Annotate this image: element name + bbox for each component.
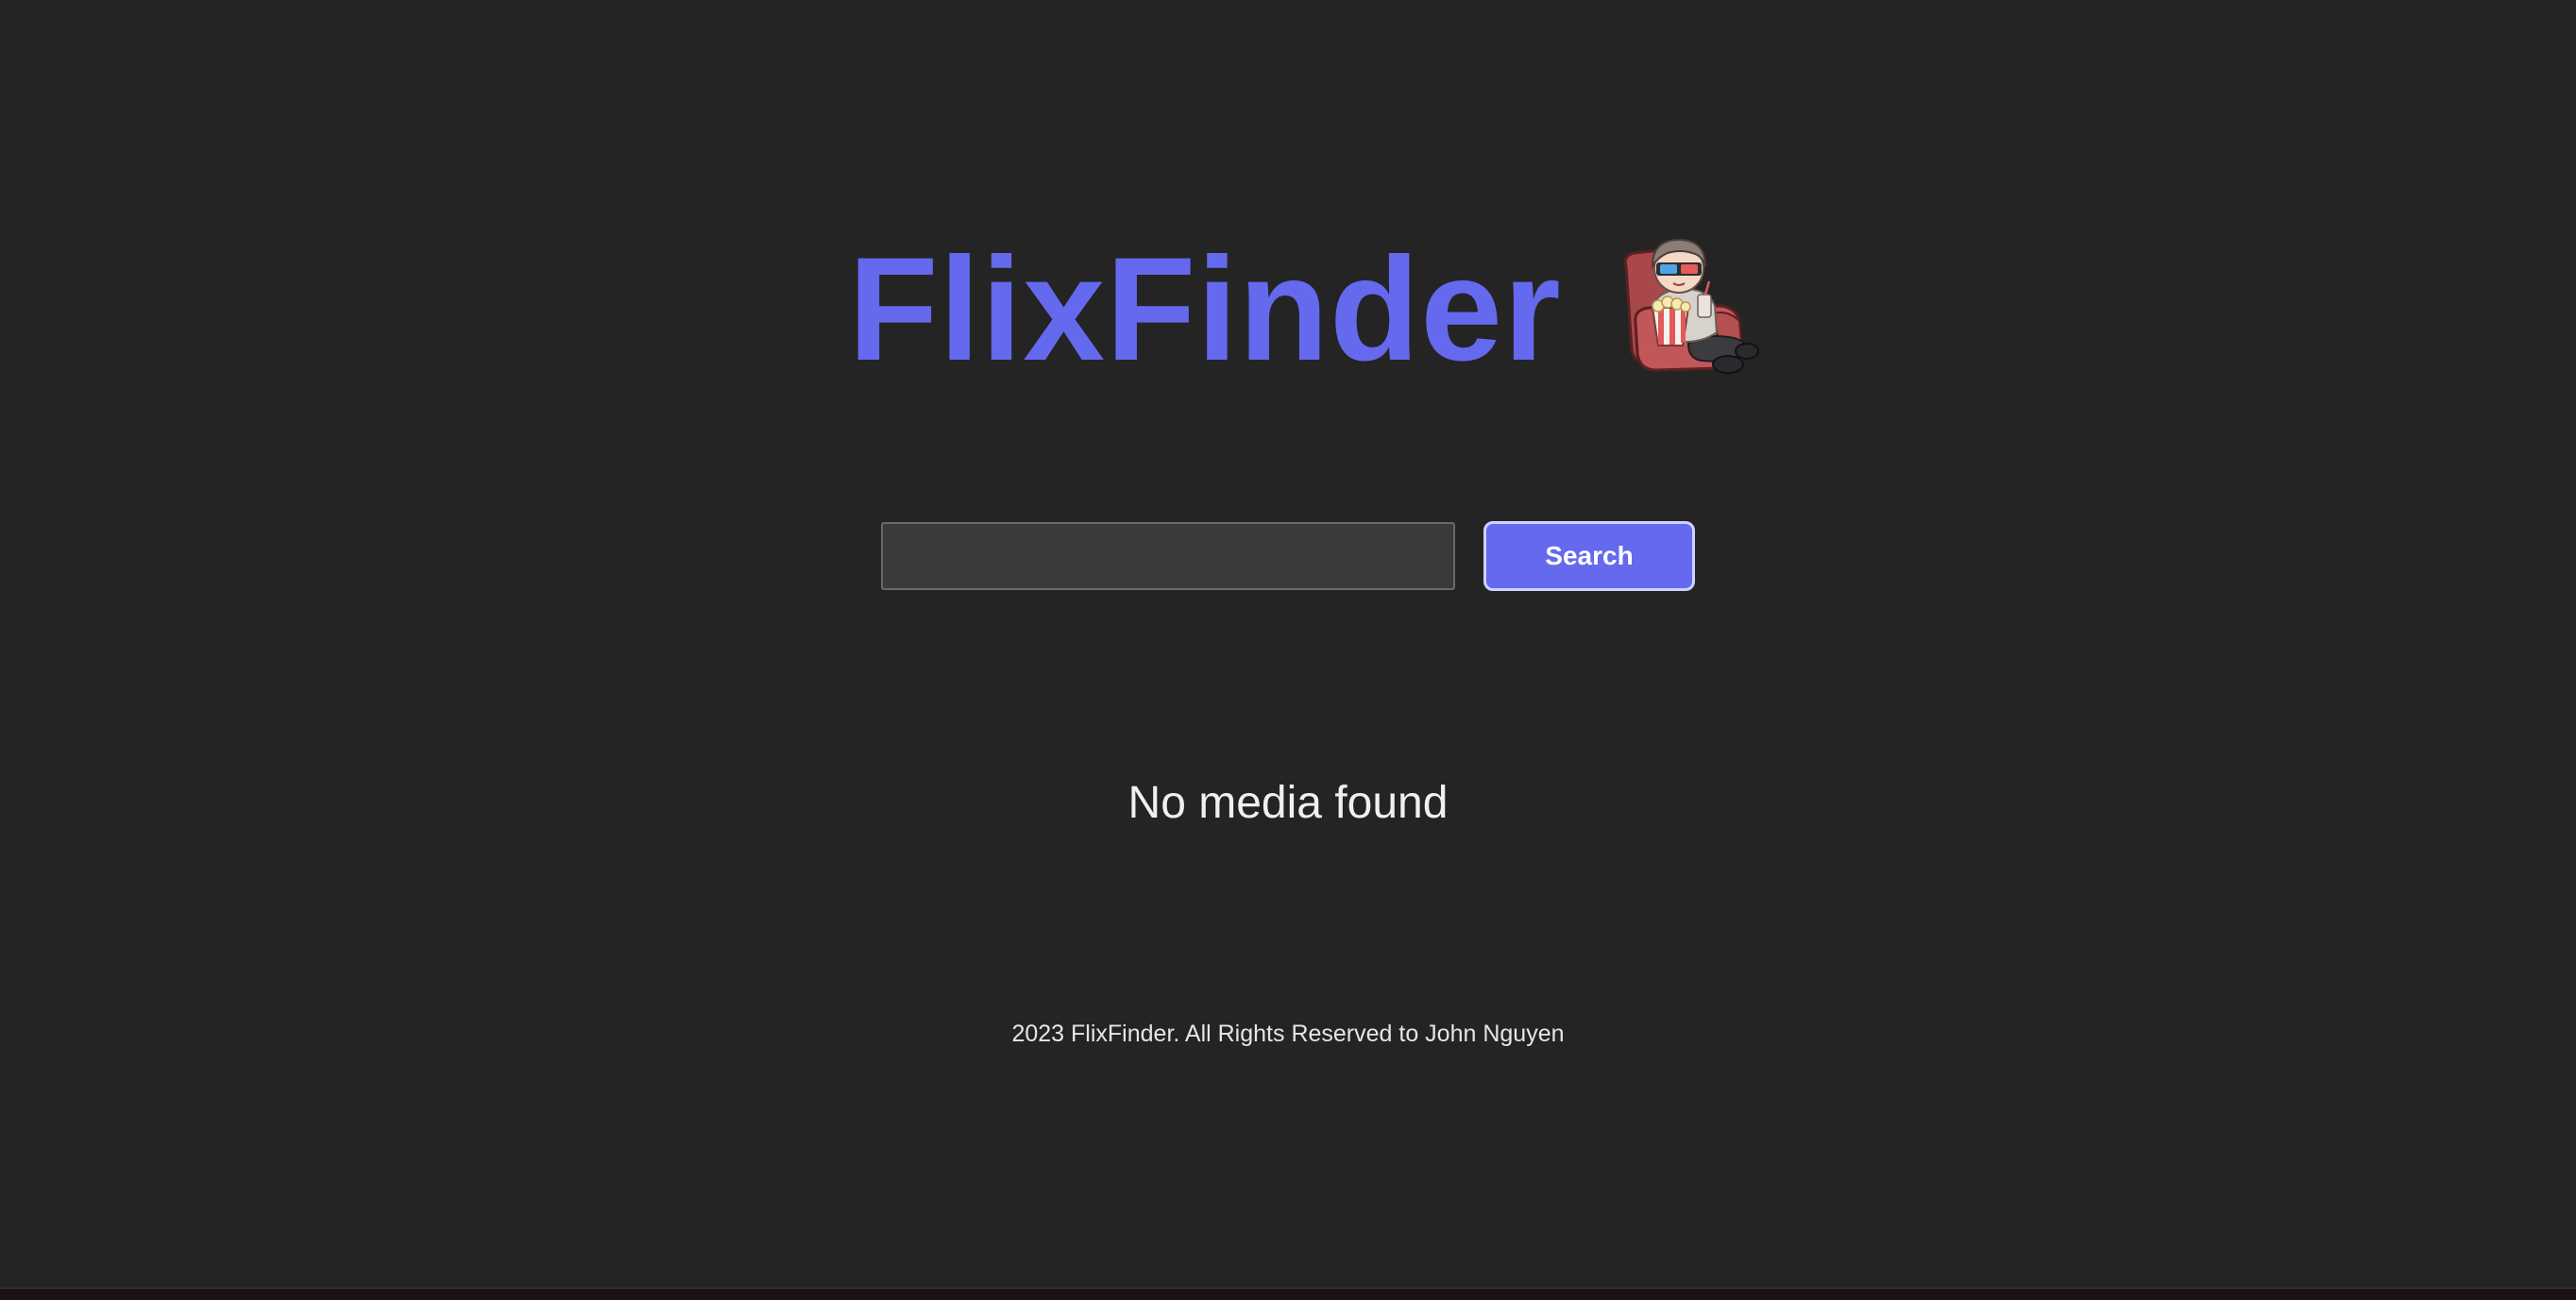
footer-copyright: 2023 FlixFinder. All Rights Reserved to … (1011, 1021, 1565, 1047)
bottom-edge-strip (0, 1288, 2576, 1300)
search-input[interactable] (881, 522, 1455, 590)
site-title: FlixFinder (848, 228, 1562, 392)
search-bar: Search (0, 521, 2576, 591)
popcorn-moviegoer-mascot-icon (1623, 238, 1759, 374)
page: FlixFinder Search No media found 2023 Fl… (0, 0, 2576, 1288)
empty-results-message: No media found (1127, 778, 1449, 828)
header: FlixFinder (0, 236, 2576, 383)
search-button[interactable]: Search (1483, 521, 1695, 591)
